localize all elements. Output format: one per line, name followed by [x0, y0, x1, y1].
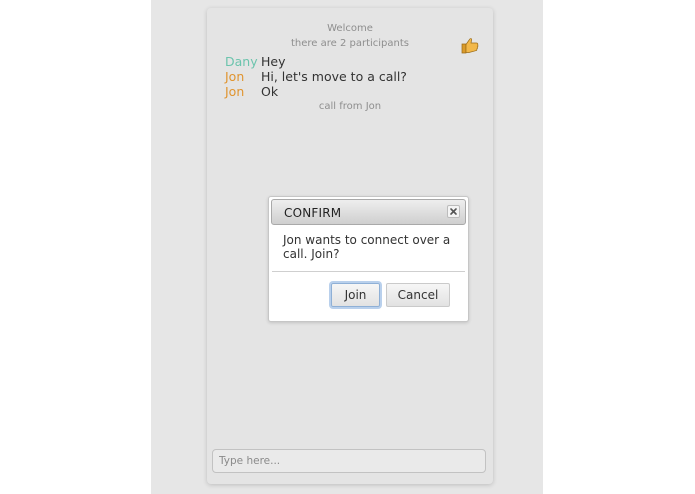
dialog-message: Jon wants to connect over a call. Join?: [283, 233, 451, 261]
message-text: Hey: [260, 54, 286, 69]
thumbs-up-icon[interactable]: [460, 35, 480, 55]
message-item: Jon Hi, let's move to a call?: [225, 69, 407, 84]
cancel-button[interactable]: Cancel: [386, 283, 450, 307]
confirm-dialog: CONFIRM Jon wants to connect over a call…: [268, 196, 469, 322]
close-icon[interactable]: [447, 205, 460, 218]
chat-message-input[interactable]: [212, 449, 486, 473]
join-button[interactable]: Join: [331, 283, 380, 307]
message-text: Hi, let's move to a call?: [260, 69, 407, 84]
dialog-divider: [272, 271, 465, 272]
message-item: Jon Ok: [225, 84, 278, 99]
dialog-titlebar[interactable]: CONFIRM: [271, 199, 466, 225]
message-text: Ok: [260, 84, 279, 99]
message-sender-jon: Jon: [225, 69, 245, 84]
call-notice: call from Jon: [318, 101, 382, 112]
welcome-message: Welcome: [327, 23, 373, 34]
message-sender-dany: Dany: [225, 54, 258, 69]
dialog-title: CONFIRM: [284, 206, 342, 220]
participants-notice: there are 2 participants: [290, 38, 410, 49]
message-item: Dany Hey: [225, 54, 285, 69]
message-sender-jon: Jon: [225, 84, 245, 99]
